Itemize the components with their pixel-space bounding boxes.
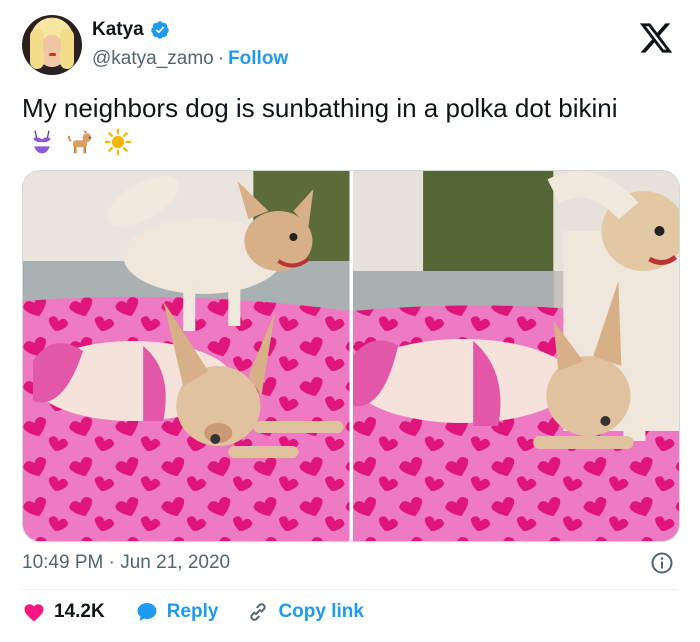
author-name-row: Katya xyxy=(92,19,170,41)
x-logo-icon[interactable] xyxy=(636,20,676,56)
action-bar: 14.2K Reply Copy link xyxy=(22,600,364,624)
copy-link-button[interactable]: Copy link xyxy=(246,600,364,624)
reply-bubble-icon xyxy=(137,603,157,621)
divider xyxy=(22,589,678,590)
heart-icon xyxy=(24,604,44,622)
tweet-text-container: My neighbors dog is sunbathing in a polk… xyxy=(22,92,672,156)
follow-button[interactable]: Follow xyxy=(228,48,288,69)
dog-emoji-icon xyxy=(68,129,92,154)
like-count: 14.2K xyxy=(54,601,105,622)
tweet-card: Katya @katya_zamo · Follow My neighbors do… xyxy=(0,0,700,642)
tweet-timestamp[interactable]: 10:49 PM · Jun 21, 2020 xyxy=(22,552,230,574)
media-grid xyxy=(22,170,680,542)
emoji-row xyxy=(28,128,132,156)
link-icon xyxy=(250,603,267,621)
sun-emoji-icon xyxy=(104,128,132,156)
verified-badge-icon xyxy=(150,21,169,39)
author-handle-row: @katya_zamo · Follow xyxy=(92,48,288,70)
like-button[interactable]: 14.2K xyxy=(22,600,105,624)
avatar[interactable] xyxy=(22,15,82,75)
info-icon[interactable] xyxy=(650,551,674,575)
reply-button[interactable]: Reply xyxy=(135,600,219,624)
bikini-emoji-icon xyxy=(33,130,51,154)
separator-dot: · xyxy=(217,48,225,69)
chihuahua-photo-left[interactable] xyxy=(23,171,350,541)
tweet-text: My neighbors dog is sunbathing in a polk… xyxy=(22,93,618,123)
author-name[interactable]: Katya xyxy=(92,19,144,41)
copy-link-label: Copy link xyxy=(278,601,364,622)
author-handle[interactable]: @katya_zamo xyxy=(92,48,214,69)
chihuahua-photo-right[interactable] xyxy=(352,171,679,541)
reply-label: Reply xyxy=(166,601,219,622)
